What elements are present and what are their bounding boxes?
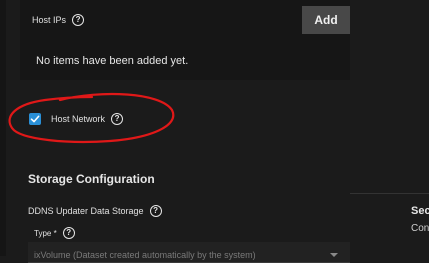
- question-circle-icon[interactable]: ?: [111, 113, 124, 125]
- storage-configuration-title: Storage Configuration: [28, 172, 155, 186]
- host-ips-card: [20, 0, 350, 80]
- checkmark-icon: [30, 115, 40, 123]
- host-network-label-row: Host Network ?: [51, 113, 124, 125]
- question-circle-icon[interactable]: ?: [62, 227, 75, 239]
- chevron-down-icon: [330, 253, 338, 257]
- right-panel-subtitle: Con: [411, 223, 429, 234]
- host-network-checkbox[interactable]: [29, 113, 41, 125]
- add-host-ip-button[interactable]: Add: [302, 6, 350, 34]
- host-ips-label-row: Host IPs ?: [32, 14, 85, 26]
- host-ips-label: Host IPs: [32, 15, 67, 25]
- empty-list-message: No items have been added yet.: [36, 55, 189, 67]
- storage-type-select[interactable]: ixVolume (Dataset created automatically …: [28, 242, 350, 263]
- storage-type-value: ixVolume (Dataset created automatically …: [34, 250, 256, 260]
- type-label-row: Type * ?: [34, 227, 75, 239]
- question-circle-icon[interactable]: ?: [72, 14, 85, 26]
- host-network-label[interactable]: Host Network: [51, 114, 105, 124]
- ddns-storage-label: DDNS Updater Data Storage: [28, 206, 144, 216]
- right-panel-title: Sec: [411, 205, 429, 217]
- question-circle-icon[interactable]: ?: [149, 205, 162, 217]
- left-edge: [0, 0, 6, 256]
- type-label: Type *: [34, 228, 57, 238]
- right-divider: [350, 193, 429, 194]
- ddns-storage-label-row: DDNS Updater Data Storage ?: [28, 205, 162, 217]
